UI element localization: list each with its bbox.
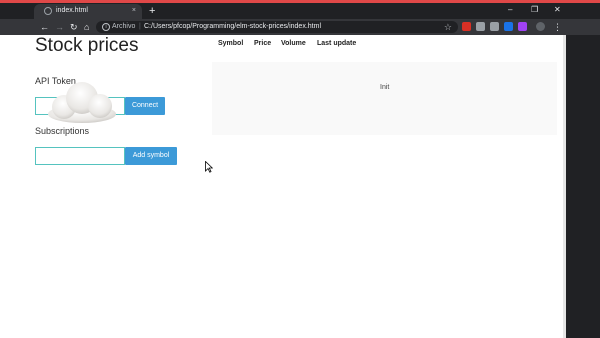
profile-avatar[interactable] xyxy=(536,22,545,31)
column-header-price: Price xyxy=(254,40,272,47)
column-header-last-update: Last update xyxy=(317,40,357,47)
subscriptions-label: Subscriptions xyxy=(35,126,90,136)
address-separator: | xyxy=(139,23,141,30)
status-text: Init xyxy=(380,84,390,91)
address-url[interactable]: C:/Users/pfcop/Programming/elm-stock-pri… xyxy=(144,22,321,32)
home-icon[interactable]: ⌂ xyxy=(84,21,89,33)
bookmark-star-icon[interactable]: ☆ xyxy=(444,21,452,33)
connect-button[interactable]: Connect xyxy=(125,97,165,115)
symbol-input[interactable] xyxy=(35,147,125,165)
close-tab-icon[interactable]: × xyxy=(132,6,136,16)
extension-icon-1[interactable] xyxy=(462,22,471,31)
extension-icon-2[interactable] xyxy=(476,22,485,31)
mouse-cursor-icon xyxy=(205,161,213,173)
close-window-button[interactable]: ✕ xyxy=(554,5,561,15)
add-symbol-button[interactable]: Add symbol xyxy=(125,147,177,165)
browser-chrome: index.html × + – ❐ ✕ ← → ↻ ⌂ i Archivo |… xyxy=(0,0,600,35)
extension-icon-5[interactable] xyxy=(518,22,527,31)
back-icon[interactable]: ← xyxy=(40,21,49,33)
cloud-icon xyxy=(48,82,116,123)
page-title: Stock prices xyxy=(35,35,139,56)
prices-table-body: Init xyxy=(212,62,557,135)
address-bar[interactable]: i Archivo | C:/Users/pfcop/Programming/e… xyxy=(96,21,458,33)
new-tab-button[interactable]: + xyxy=(149,5,155,17)
forward-icon[interactable]: → xyxy=(55,21,64,33)
column-header-volume: Volume xyxy=(281,40,306,47)
address-scheme-label: Archivo xyxy=(112,23,136,30)
extension-icon-4[interactable] xyxy=(504,22,513,31)
globe-icon xyxy=(44,7,52,15)
restore-button[interactable]: ❐ xyxy=(531,5,538,15)
info-icon[interactable]: i xyxy=(102,23,110,31)
tab-bar: index.html × + – ❐ ✕ xyxy=(0,3,600,19)
reload-icon[interactable]: ↻ xyxy=(70,21,78,33)
minimize-button[interactable]: – xyxy=(508,5,512,15)
extension-icon-3[interactable] xyxy=(490,22,499,31)
browser-tab[interactable]: index.html × xyxy=(34,4,142,19)
tab-title: index.html xyxy=(56,7,88,14)
browser-menu-icon[interactable]: ⋮ xyxy=(553,21,562,33)
window-edge xyxy=(566,35,600,338)
column-header-symbol: Symbol xyxy=(218,40,244,47)
